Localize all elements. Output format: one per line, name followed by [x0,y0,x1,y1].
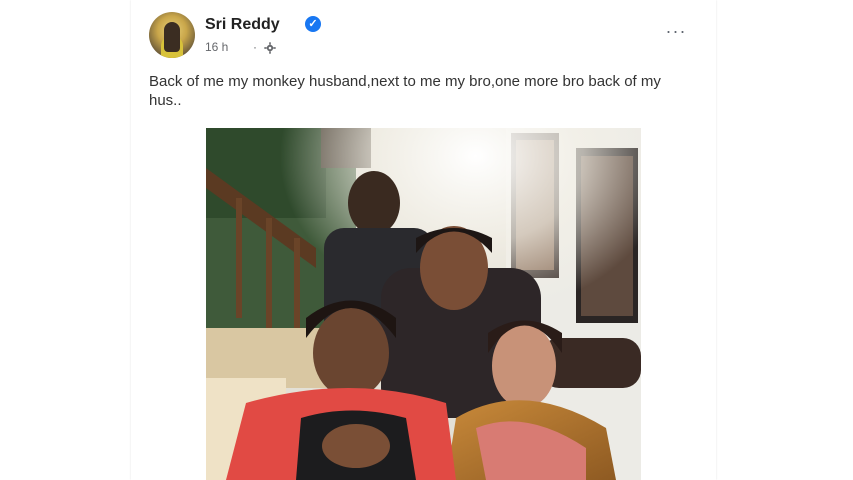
photo-scene [206,128,641,480]
post-header: Sri Reddy ✓ 16 h · ··· [149,12,698,64]
meta-separator: · [253,40,257,54]
post-card: Sri Reddy ✓ 16 h · ··· Back of me my mon… [131,0,716,480]
author-name[interactable]: Sri Reddy [205,16,280,34]
profile-avatar[interactable] [149,12,195,58]
more-options-icon[interactable]: ··· [662,22,690,42]
verified-badge-icon: ✓ [305,16,321,32]
page: Sri Reddy ✓ 16 h · ··· Back of me my mon… [0,0,853,480]
group-photo-image[interactable] [206,128,641,480]
gear-icon[interactable] [264,42,276,54]
post-caption: Back of me my monkey husband,next to me … [149,73,661,109]
post-timestamp[interactable]: 16 h [205,40,228,54]
